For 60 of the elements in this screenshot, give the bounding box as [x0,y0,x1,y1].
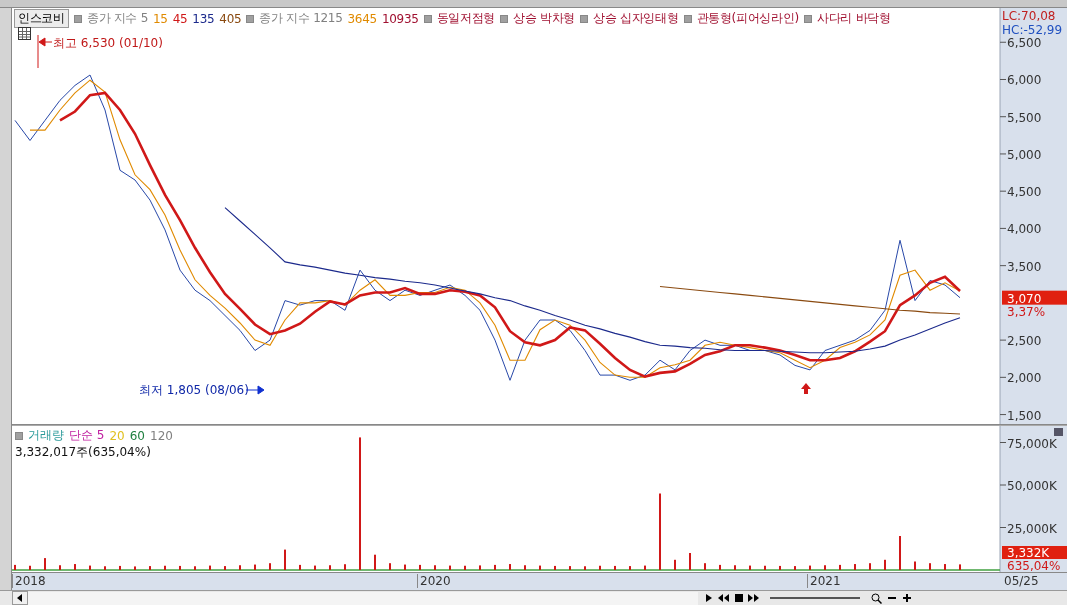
low-label: 최저 1,805 (08/06) [139,383,249,397]
current-date: 05/25 [1004,574,1039,588]
pattern-label[interactable]: 사다리 바닥형 [816,10,891,27]
lc-value: LC:70,08 [1002,9,1056,23]
pattern-label[interactable]: 상승 십자잉태형 [593,10,679,27]
up-arrow-icon [801,383,811,394]
price-change: 3,37% [1007,304,1046,319]
legend-item[interactable]: 135 [192,11,215,26]
search-icon[interactable] [871,592,882,604]
axis-label: 75,000K [1007,436,1057,451]
legend-item[interactable]: 단순 5 [69,427,105,444]
plus-icon[interactable] [902,593,912,603]
pattern-label[interactable]: 동일저점형 [436,10,496,27]
axis-label: 6,000 [1007,73,1042,88]
bullet-icon [580,14,589,23]
axis-label: 6,500 [1007,36,1042,51]
legend-item[interactable]: 10935 [381,11,419,26]
date-label: 2021 [807,574,841,588]
date-label: 2020 [417,574,451,588]
pattern-label[interactable]: 관통형(피어싱라인) [696,10,799,27]
axis-label: 1,500 [1007,408,1042,423]
axis-label: 5,500 [1007,110,1042,125]
stop-icon[interactable] [734,593,743,603]
axis-label: 4,000 [1007,222,1042,237]
current-volume: 3,332K [1002,546,1067,560]
axis-label: 3,500 [1007,259,1042,274]
stock-name-button[interactable]: 인스코비 [14,9,69,28]
axis-label: 4,500 [1007,185,1042,200]
rewind-icon[interactable] [718,593,729,603]
legend-item[interactable]: 405 [219,11,242,26]
scroll-left-button[interactable] [12,591,28,605]
axis-label: 2,500 [1007,334,1042,349]
axis-label: 50,000K [1007,479,1057,493]
legend-item[interactable]: 종가 지수 1215 [259,10,343,27]
high-label: 최고 6,530 (01/10) [53,36,163,50]
fast-forward-icon[interactable] [748,593,759,603]
bullet-icon [683,14,692,23]
bullet-icon [15,431,23,440]
left-arrow-icon [17,594,23,602]
bullet-icon [423,14,432,23]
volume-reading: 3,332,017주(635,04%) [15,444,152,461]
play-icon[interactable] [704,593,713,603]
legend-item[interactable]: 45 [172,11,188,26]
date-label: 2018 [12,574,46,588]
hc-value: HC:-52,99 [1002,23,1063,37]
axis-label: 2,000 [1007,371,1042,386]
legend-item[interactable]: 60 [129,428,145,443]
legend-item[interactable]: 120 [150,428,173,443]
table-icon[interactable] [18,27,31,40]
legend-item[interactable]: 종가 지수 5 [86,10,148,27]
axis-label: 25,000K [1007,521,1057,536]
pattern-label[interactable]: 상승 박차형 [513,10,576,27]
legend-item[interactable]: 거래량 [28,427,64,444]
bullet-icon [803,14,812,23]
axis-label: 5,000 [1007,147,1042,162]
bullet-icon [500,14,509,23]
high-marker [37,34,53,69]
volume-ratio: 635,04% [1007,559,1061,572]
bullet-icon [73,14,82,23]
bullet-icon [246,14,255,23]
